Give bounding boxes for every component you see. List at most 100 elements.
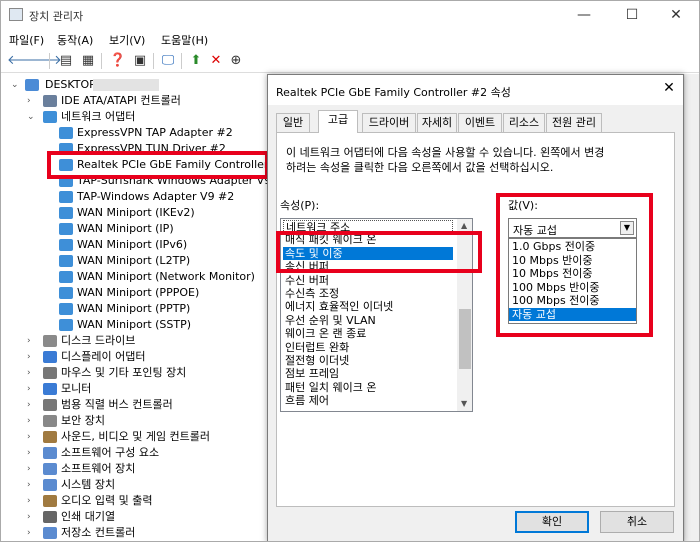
- tab-resources[interactable]: 리소스: [503, 113, 545, 132]
- tree-item-label: 네트워크 어댑터: [61, 110, 136, 123]
- expand-icon[interactable]: ›: [27, 509, 31, 525]
- window-scrollbar[interactable]: [684, 74, 699, 541]
- minimize-button[interactable]: —: [561, 1, 607, 29]
- close-button[interactable]: ✕: [653, 1, 699, 29]
- tree-item[interactable]: › 소프트웨어 구성 요소: [1, 445, 266, 461]
- back-icon[interactable]: 🡐: [7, 52, 42, 70]
- expand-icon[interactable]: ›: [27, 525, 31, 541]
- property-item[interactable]: 웨이크 온 랜 종료: [283, 327, 453, 340]
- tree-item[interactable]: ⌄ 네트워크 어댑터: [1, 109, 266, 125]
- tree-item[interactable]: WAN Miniport (L2TP): [1, 253, 266, 269]
- device-category-icon: [43, 479, 57, 491]
- ok-button[interactable]: 확인: [515, 511, 589, 533]
- tab-power-management[interactable]: 전원 관리: [546, 113, 602, 132]
- expand-icon[interactable]: ›: [27, 445, 31, 461]
- scroll-down-icon[interactable]: ▼: [461, 399, 467, 408]
- scroll-thumb[interactable]: [459, 309, 471, 369]
- tree-item[interactable]: WAN Miniport (SSTP): [1, 317, 266, 333]
- tree-item[interactable]: › 소프트웨어 장치: [1, 461, 266, 477]
- tree-item[interactable]: › 범용 직렬 버스 컨트롤러: [1, 397, 266, 413]
- menu-help[interactable]: 도움말(H): [161, 32, 208, 48]
- tree-root-label: DESKTOP-: [45, 78, 100, 91]
- tree-item[interactable]: › 보안 장치: [1, 413, 266, 429]
- cancel-button[interactable]: 취소: [600, 511, 674, 533]
- property-item[interactable]: 흐름 제어: [283, 394, 453, 407]
- collapse-icon[interactable]: ⌄: [27, 109, 35, 125]
- update-driver-icon[interactable]: ⬆: [187, 52, 205, 70]
- device-category-icon: [43, 335, 57, 347]
- tree-item-label: WAN Miniport (SSTP): [77, 318, 192, 331]
- properties-icon[interactable]: ▦: [79, 52, 97, 70]
- description-line-2: 하려는 속성을 클릭한 다음 오른쪽에서 값을 선택하십시오.: [286, 161, 554, 174]
- device-category-icon: [43, 431, 57, 443]
- window-title: 장치 관리자: [29, 10, 84, 23]
- enable-device-icon[interactable]: ⊕: [227, 52, 245, 70]
- tree-item[interactable]: WAN Miniport (Network Monitor): [1, 269, 266, 285]
- menu-view[interactable]: 보기(V): [109, 32, 145, 48]
- expand-icon[interactable]: ›: [27, 461, 31, 477]
- property-item[interactable]: 우선 순위 및 VLAN: [283, 314, 453, 327]
- property-item[interactable]: 수신측 조정: [283, 287, 453, 300]
- help-icon[interactable]: ❓: [109, 52, 127, 70]
- tree-view-icon[interactable]: ▤: [57, 52, 75, 70]
- tree-item[interactable]: › 디스크 드라이브: [1, 333, 266, 349]
- uninstall-icon[interactable]: ✕: [207, 52, 225, 70]
- expand-icon[interactable]: ›: [27, 397, 31, 413]
- expand-icon[interactable]: ›: [27, 429, 31, 445]
- tab-details[interactable]: 자세히: [417, 113, 457, 132]
- property-item[interactable]: 절전형 이더넷: [283, 354, 453, 367]
- tree-item[interactable]: › 마우스 및 기타 포인팅 장치: [1, 365, 266, 381]
- expand-icon[interactable]: ›: [27, 413, 31, 429]
- tree-item[interactable]: WAN Miniport (PPPOE): [1, 285, 266, 301]
- tree-item[interactable]: › 인쇄 대기열: [1, 509, 266, 525]
- tree-item[interactable]: › 저장소 컨트롤러: [1, 525, 266, 541]
- tree-item-label: 소프트웨어 구성 요소: [61, 446, 160, 459]
- scroll-up-icon[interactable]: ▲: [461, 221, 467, 230]
- computer-icon: [25, 79, 39, 91]
- expand-icon[interactable]: ›: [27, 333, 31, 349]
- tree-item[interactable]: ExpressVPN TAP Adapter #2: [1, 125, 266, 141]
- property-item[interactable]: 패턴 일치 웨이크 온: [283, 381, 453, 394]
- tree-item[interactable]: › 시스템 장치: [1, 477, 266, 493]
- expand-icon[interactable]: ›: [27, 365, 31, 381]
- tree-item[interactable]: WAN Miniport (IPv6): [1, 237, 266, 253]
- dialog-title: Realtek PCIe GbE Family Controller #2 속성: [276, 86, 511, 99]
- tree-item-label: WAN Miniport (Network Monitor): [77, 270, 255, 283]
- tree-root[interactable]: ⌄ DESKTOP-: [1, 77, 261, 93]
- redacted-name: [93, 79, 159, 91]
- tab-events[interactable]: 이벤트: [458, 113, 502, 132]
- show-hidden-icon[interactable]: ▣: [131, 52, 149, 70]
- tab-advanced[interactable]: 고급: [318, 110, 358, 133]
- expand-icon[interactable]: ›: [27, 493, 31, 509]
- tree-item[interactable]: › 사운드, 비디오 및 게임 컨트롤러: [1, 429, 266, 445]
- tree-item[interactable]: WAN Miniport (PPTP): [1, 301, 266, 317]
- tab-driver[interactable]: 드라이버: [362, 113, 416, 132]
- property-item[interactable]: 점보 프레임: [283, 367, 453, 380]
- tree-item[interactable]: › 모니터: [1, 381, 266, 397]
- menu-file[interactable]: 파일(F): [9, 32, 44, 48]
- collapse-icon[interactable]: ⌄: [11, 77, 19, 93]
- dialog-close-button[interactable]: ✕: [659, 80, 679, 96]
- device-manager-icon: [9, 8, 23, 21]
- network-adapter-icon: [59, 207, 73, 219]
- tree-item[interactable]: WAN Miniport (IKEv2): [1, 205, 266, 221]
- maximize-button[interactable]: ☐: [609, 1, 655, 29]
- tree-item[interactable]: TAP-Windows Adapter V9 #2: [1, 189, 266, 205]
- property-item[interactable]: 수신 버퍼: [283, 274, 453, 287]
- expand-icon[interactable]: ›: [27, 381, 31, 397]
- device-category-icon: [43, 511, 57, 523]
- tab-general[interactable]: 일반: [276, 113, 310, 132]
- expand-icon[interactable]: ›: [27, 93, 31, 109]
- menu-action[interactable]: 동작(A): [57, 32, 93, 48]
- expand-icon[interactable]: ›: [27, 349, 31, 365]
- tree-item-label: 디스플레이 어댑터: [61, 350, 146, 363]
- expand-icon[interactable]: ›: [27, 477, 31, 493]
- forward-icon[interactable]: 🡒: [27, 52, 62, 70]
- tree-item[interactable]: › IDE ATA/ATAPI 컨트롤러: [1, 93, 266, 109]
- scan-hardware-icon[interactable]: 🖵: [159, 52, 177, 70]
- property-item[interactable]: 에너지 효율적인 이더넷: [283, 300, 453, 313]
- property-item[interactable]: 인터럽트 완화: [283, 341, 453, 354]
- tree-item[interactable]: WAN Miniport (IP): [1, 221, 266, 237]
- tree-item[interactable]: › 오디오 입력 및 출력: [1, 493, 266, 509]
- tree-item[interactable]: › 디스플레이 어댑터: [1, 349, 266, 365]
